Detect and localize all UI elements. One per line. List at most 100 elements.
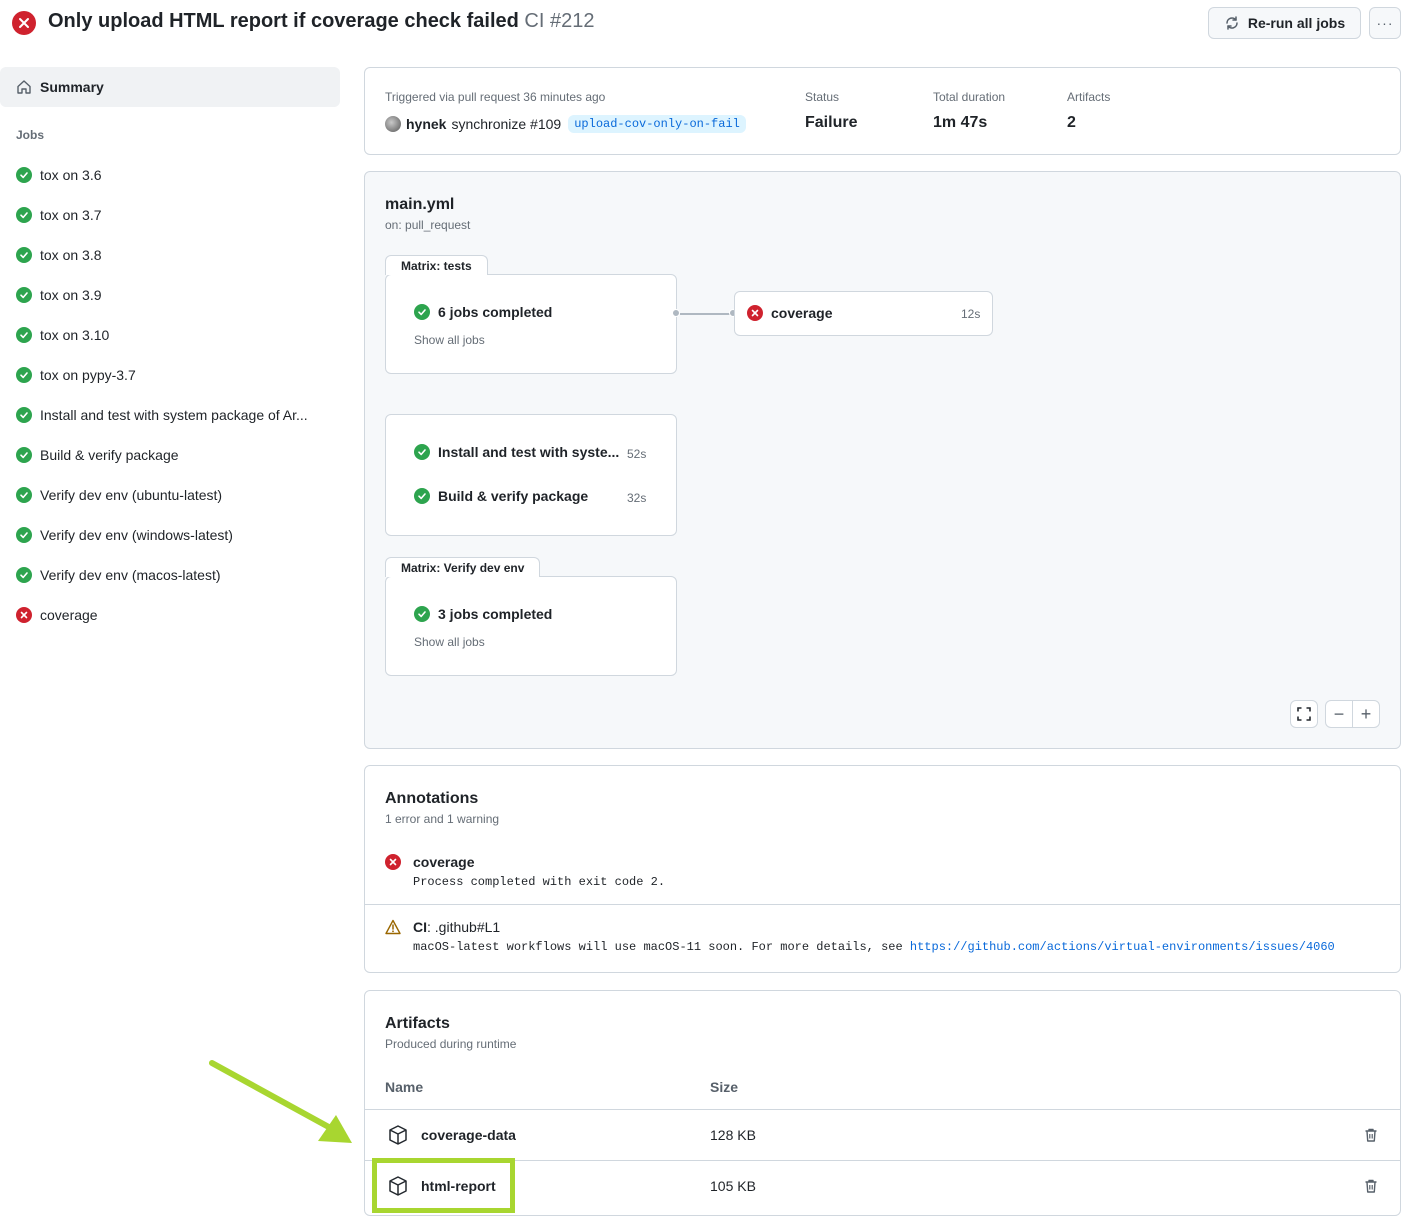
jobs-heading: Jobs [16, 128, 45, 142]
sidebar-item-job[interactable]: tox on 3.9 [0, 275, 340, 315]
run-number: CI #212 [524, 10, 595, 32]
matrix-tests-status: 6 jobs completed [438, 304, 553, 320]
sidebar-job-label: Verify dev env (macos-latest) [40, 567, 221, 583]
check-circle-icon [414, 488, 430, 504]
coverage-job-duration: 12s [961, 307, 981, 321]
avatar[interactable] [385, 116, 401, 132]
annotation-warning-title[interactable]: CI: .github#L1 [413, 919, 500, 935]
duration-value: 1m 47s [933, 114, 988, 131]
check-circle-icon [414, 606, 430, 622]
divider [365, 1160, 1400, 1161]
artifact-size: 105 KB [710, 1178, 756, 1194]
job-node-label: Install and test with syste... [438, 444, 620, 460]
annotation-error-title[interactable]: coverage [413, 854, 474, 870]
sidebar-item-job[interactable]: Verify dev env (ubuntu-latest) [0, 475, 340, 515]
job-list: tox on 3.6 tox on 3.7 tox on 3.8 tox on 3.9… [0, 155, 340, 635]
artifacts-title: Artifacts [385, 1015, 450, 1032]
coverage-job-card[interactable]: coverage 12s [734, 291, 993, 336]
sidebar-item-job[interactable]: tox on 3.8 [0, 235, 340, 275]
artifact-name-link[interactable]: html-report [421, 1178, 496, 1194]
actor-link[interactable]: hynek [406, 116, 446, 132]
sidebar-job-label: Verify dev env (ubuntu-latest) [40, 487, 223, 503]
check-circle-icon [16, 207, 32, 223]
matrix-dev-env-status: 3 jobs completed [438, 606, 553, 622]
check-circle-icon [16, 447, 32, 463]
trigger-details: hynek synchronize #109 upload-cov-only-o… [385, 115, 746, 133]
sidebar-job-label: tox on 3.7 [40, 207, 102, 223]
sidebar-item-job[interactable]: Verify dev env (macos-latest) [0, 555, 340, 595]
fullscreen-icon [1297, 707, 1311, 721]
event-text[interactable]: synchronize #109 [451, 116, 561, 132]
package-icon [389, 1125, 407, 1145]
check-circle-icon [16, 407, 32, 423]
workflow-graph: main.yml on: pull_request Matrix: tests … [364, 171, 1401, 749]
annotation-warning-location: : .github#L1 [427, 919, 501, 935]
run-summary-card: Triggered via pull request 36 minutes ag… [364, 67, 1401, 155]
matrix-dev-env-tab: Matrix: Verify dev env [385, 557, 541, 577]
matrix-tests-card[interactable]: 6 jobs completed Show all jobs [385, 274, 677, 374]
sidebar-item-job[interactable]: tox on pypy-3.7 [0, 355, 340, 395]
sidebar-summary-label: Summary [40, 79, 104, 95]
workflow-file: main.yml [385, 196, 455, 213]
sidebar-job-label: tox on 3.10 [40, 327, 110, 343]
rerun-all-jobs-button[interactable]: Re-run all jobs [1208, 7, 1361, 39]
divider [365, 1109, 1400, 1110]
coverage-job-label: coverage [771, 305, 833, 321]
zoom-in-button[interactable]: + [1352, 700, 1380, 728]
check-circle-icon [16, 327, 32, 343]
sidebar-item-job[interactable]: tox on 3.10 [0, 315, 340, 355]
check-circle-icon [16, 527, 32, 543]
sidebar-item-job[interactable]: Install and test with system package of … [0, 395, 340, 435]
check-circle-icon [16, 247, 32, 263]
trash-icon[interactable] [1363, 1178, 1379, 1194]
x-circle-fill-icon [12, 11, 36, 35]
sidebar-item-job[interactable]: coverage [0, 595, 340, 635]
branch-label[interactable]: upload-cov-only-on-fail [568, 115, 746, 133]
annotations-title: Annotations [385, 790, 479, 807]
sidebar-item-job[interactable]: Verify dev env (windows-latest) [0, 515, 340, 555]
matrix-dev-env-card[interactable]: 3 jobs completed Show all jobs [385, 576, 677, 676]
annotation-warning-source: CI [413, 919, 427, 935]
annotations-card: Annotations 1 error and 1 warning covera… [364, 765, 1401, 973]
divider [365, 904, 1400, 905]
x-circle-fill-icon [16, 607, 32, 623]
package-icon [389, 1176, 407, 1196]
zoom-out-button[interactable]: − [1325, 700, 1353, 728]
sidebar-item-job[interactable]: Build & verify package [0, 435, 340, 475]
standalone-jobs-card: Install and test with syste... 52s Build… [385, 414, 677, 536]
sidebar-item-job[interactable]: tox on 3.6 [0, 155, 340, 195]
check-circle-icon [16, 167, 32, 183]
sidebar-job-label: Verify dev env (windows-latest) [40, 527, 233, 543]
sidebar-item-job[interactable]: tox on 3.7 [0, 195, 340, 235]
home-icon [17, 80, 31, 94]
check-circle-icon [16, 567, 32, 583]
annotation-warning-message: macOS-latest workflows will use macOS-11… [413, 940, 1335, 954]
annotation-warning-link[interactable]: https://github.com/actions/virtual-envir… [910, 940, 1335, 954]
check-circle-icon [414, 444, 430, 460]
sidebar-job-label: tox on 3.8 [40, 247, 102, 263]
fullscreen-button[interactable] [1290, 700, 1318, 728]
job-node[interactable]: Install and test with syste... [414, 444, 619, 460]
sidebar-job-label: tox on pypy-3.7 [40, 367, 136, 383]
duration-label: Total duration [933, 90, 1006, 104]
column-header-size: Size [710, 1079, 739, 1095]
trash-icon[interactable] [1363, 1127, 1379, 1143]
kebab-menu-button[interactable]: ··· [1369, 7, 1401, 39]
page-title: Only upload HTML report if coverage chec… [48, 10, 594, 33]
sidebar-item-summary[interactable]: Summary [0, 67, 340, 107]
artifacts-count[interactable]: 2 [1067, 114, 1076, 132]
alert-icon [385, 919, 401, 935]
show-all-jobs-link[interactable]: Show all jobs [414, 333, 485, 347]
show-all-jobs-link[interactable]: Show all jobs [414, 635, 485, 649]
artifacts-subtitle: Produced during runtime [385, 1037, 517, 1051]
sidebar-job-label: coverage [40, 607, 98, 623]
connector-dot [672, 309, 680, 317]
artifact-name-link[interactable]: coverage-data [421, 1127, 516, 1143]
job-node-duration: 52s [627, 447, 647, 461]
check-circle-icon [414, 304, 430, 320]
artifacts-label: Artifacts [1067, 90, 1111, 104]
job-node[interactable]: Build & verify package [414, 488, 588, 504]
job-node-duration: 32s [627, 491, 647, 505]
dependency-line [680, 313, 730, 315]
rerun-label: Re-run all jobs [1247, 15, 1346, 31]
